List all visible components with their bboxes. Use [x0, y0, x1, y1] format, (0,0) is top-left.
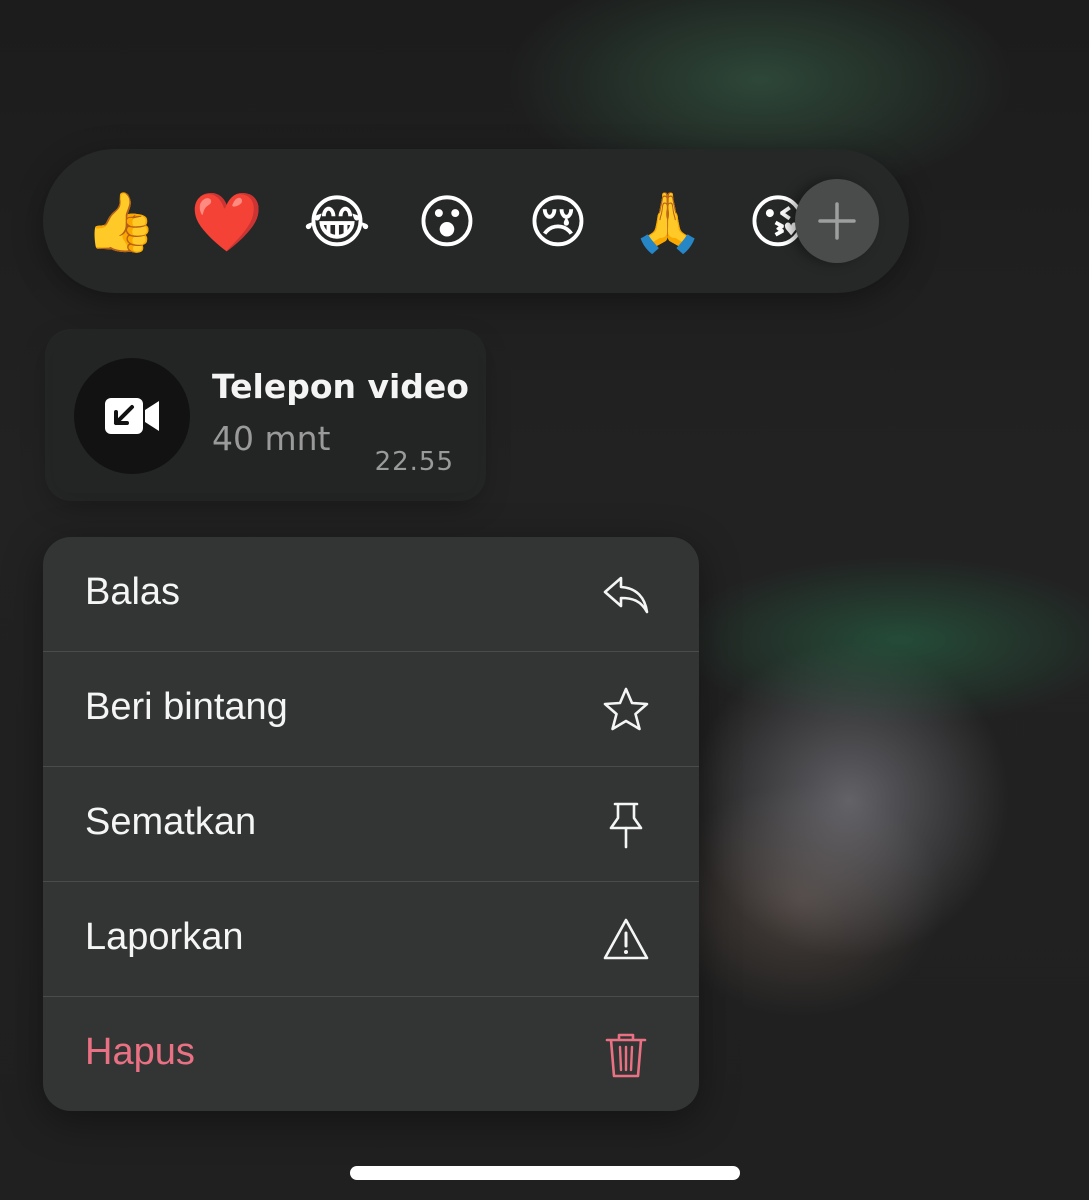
video-call-message-bubble[interactable]: Telepon video 40 mnt 22.55: [53, 337, 478, 493]
reaction-laughing[interactable]: 😂: [299, 184, 375, 260]
reaction-bar: 👍 ❤️ 😂 😮 😢 🙏 😘: [43, 149, 909, 293]
reaction-surprised[interactable]: 😮: [409, 184, 485, 260]
message-timestamp: 22.55: [374, 447, 454, 477]
plus-icon: [818, 202, 856, 240]
home-indicator[interactable]: [350, 1166, 740, 1180]
call-title: Telepon video: [212, 367, 469, 406]
call-icon-container: [74, 358, 190, 474]
message-context-menu: Balas Beri bintang Sematkan Laporkan Hap…: [43, 537, 699, 1111]
pin-icon: [609, 802, 643, 849]
menu-item-label: Laporkan: [85, 916, 244, 958]
menu-item-label: Balas: [85, 571, 181, 613]
reaction-crying[interactable]: 😢: [520, 184, 596, 260]
menu-item-star[interactable]: Beri bintang: [43, 652, 699, 767]
menu-item-report[interactable]: Laporkan: [43, 882, 699, 997]
reaction-praying-hands[interactable]: 🙏: [630, 184, 706, 260]
menu-item-label: Hapus: [85, 1031, 195, 1073]
menu-item-label: Beri bintang: [85, 686, 288, 728]
menu-item-reply[interactable]: Balas: [43, 537, 699, 652]
menu-item-delete[interactable]: Hapus: [43, 997, 699, 1111]
trash-icon: [605, 1033, 647, 1078]
add-reaction-button[interactable]: [795, 179, 879, 263]
call-duration: 40 mnt: [212, 419, 331, 458]
warning-icon: [603, 918, 649, 960]
reaction-thumbs-up[interactable]: 👍: [83, 184, 159, 260]
star-icon: [603, 687, 649, 731]
menu-item-pin[interactable]: Sematkan: [43, 767, 699, 882]
reaction-heart[interactable]: ❤️: [189, 184, 265, 260]
menu-item-label: Sematkan: [85, 801, 257, 843]
reply-icon: [603, 576, 649, 614]
incoming-video-call-icon: [105, 398, 159, 434]
